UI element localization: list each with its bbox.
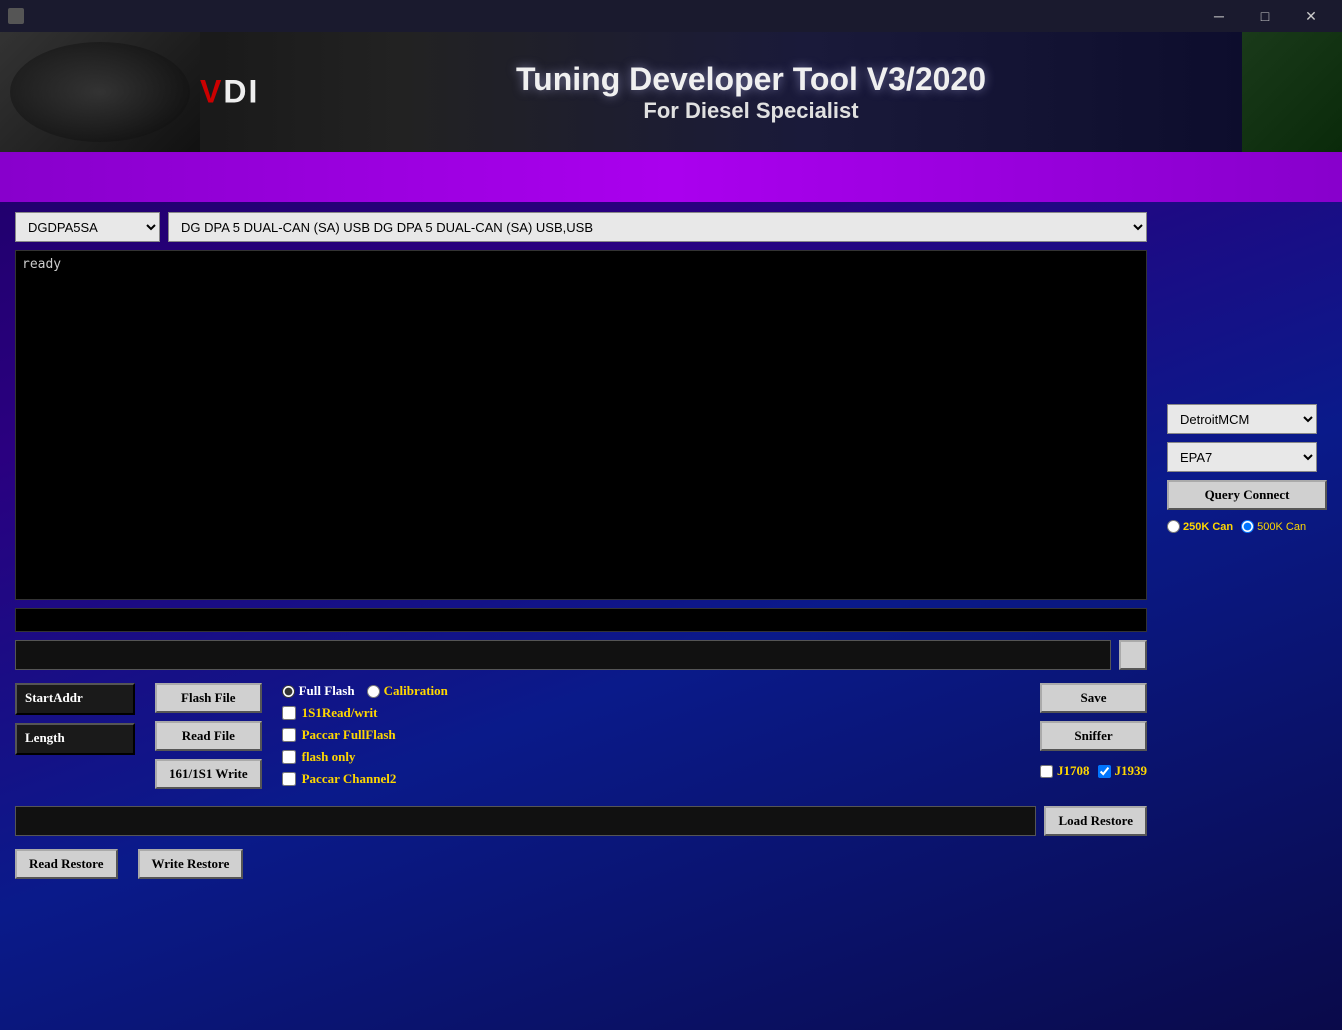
- title-bar: ─ □ ✕: [0, 0, 1342, 32]
- j1939-checkbox-label[interactable]: J1939: [1098, 763, 1148, 779]
- title-bar-controls: ─ □ ✕: [1196, 0, 1334, 32]
- length-field[interactable]: Length: [15, 723, 135, 755]
- cb-paccar-channel-label: Paccar Channel2: [302, 771, 397, 787]
- calibration-label: Calibration: [384, 683, 448, 699]
- save-button[interactable]: Save: [1040, 683, 1147, 713]
- device-type-dropdown[interactable]: DGDPA5SA: [15, 212, 160, 242]
- file-row: [15, 640, 1147, 670]
- file-path-input[interactable]: [15, 640, 1111, 670]
- header-sub-title: For Diesel Specialist: [643, 98, 858, 124]
- full-flash-radio[interactable]: [282, 685, 295, 698]
- maximize-button[interactable]: □: [1242, 0, 1288, 32]
- can-250-label: 250K Can: [1183, 521, 1233, 533]
- right-action-buttons: Save Sniffer J1708 J1939: [1040, 683, 1147, 779]
- header-title-area: Tuning Developer Tool V3/2020 For Diesel…: [260, 61, 1242, 124]
- device-desc-dropdown[interactable]: DG DPA 5 DUAL-CAN (SA) USB DG DPA 5 DUAL…: [168, 212, 1147, 242]
- top-controls-row: DGDPA5SA DG DPA 5 DUAL-CAN (SA) USB DG D…: [15, 212, 1147, 242]
- can-options: 250K Can 500K Can: [1167, 520, 1327, 533]
- write-restore-button[interactable]: Write Restore: [138, 849, 244, 879]
- radio-row: Full Flash Calibration: [282, 683, 482, 699]
- read-file-button[interactable]: Read File: [155, 721, 262, 751]
- load-restore-button[interactable]: Load Restore: [1044, 806, 1147, 836]
- minimize-button[interactable]: ─: [1196, 0, 1242, 32]
- j1708-label: J1708: [1057, 763, 1090, 779]
- title-bar-left: [8, 8, 24, 24]
- address-group: StartAddr Length: [15, 683, 135, 755]
- header-main-title: Tuning Developer Tool V3/2020: [516, 61, 986, 98]
- cb-1s1-read-label: 1S1Read/writ: [302, 705, 378, 721]
- j1939-checkbox[interactable]: [1098, 765, 1111, 778]
- header-right-image: [1242, 32, 1342, 152]
- right-dropdown-2[interactable]: EPA7: [1167, 442, 1317, 472]
- app-icon: [8, 8, 24, 24]
- flash-file-button[interactable]: Flash File: [155, 683, 262, 713]
- header-logo-image: [0, 32, 200, 152]
- bottom-row: Read Restore Write Restore: [15, 844, 1147, 884]
- checkbox-1s1-read[interactable]: 1S1Read/writ: [282, 705, 482, 721]
- controls-row: StartAddr Length Flash File Read File 16…: [15, 678, 1147, 794]
- j1939-label: J1939: [1115, 763, 1148, 779]
- close-button[interactable]: ✕: [1288, 0, 1334, 32]
- full-flash-label: Full Flash: [299, 683, 355, 699]
- j-checkboxes: J1708 J1939: [1040, 763, 1147, 779]
- can-250-option[interactable]: 250K Can: [1167, 520, 1233, 533]
- can-500-radio[interactable]: [1241, 520, 1254, 533]
- query-connect-button[interactable]: Query Connect: [1167, 480, 1327, 510]
- main-content: DGDPA5SA DG DPA 5 DUAL-CAN (SA) USB DG D…: [0, 202, 1162, 894]
- can-250-radio[interactable]: [1167, 520, 1180, 533]
- calibration-radio-label[interactable]: Calibration: [367, 683, 448, 699]
- right-panel: DetroitMCM EPA7 Query Connect 250K Can 5…: [1167, 404, 1327, 533]
- checkbox-group: Full Flash Calibration 1S1Read/writ Pa: [282, 683, 482, 787]
- restore-row: Load Restore: [15, 806, 1147, 836]
- checkbox-paccar-fullflash[interactable]: Paccar FullFlash: [282, 727, 482, 743]
- layout-wrapper: DetroitMCM EPA7 Query Connect 250K Can 5…: [0, 202, 1342, 894]
- diesel-v-letter: V: [200, 74, 223, 110]
- cb-paccar-channel[interactable]: [282, 772, 296, 786]
- full-flash-radio-label[interactable]: Full Flash: [282, 683, 355, 699]
- j1708-checkbox[interactable]: [1040, 765, 1053, 778]
- cb-paccar-fullflash-label: Paccar FullFlash: [302, 727, 396, 743]
- right-dropdown-1[interactable]: DetroitMCM: [1167, 404, 1317, 434]
- cb-flash-only-label: flash only: [302, 749, 356, 765]
- header-logo-area: VDIESEL: [0, 32, 260, 152]
- j1708-checkbox-label[interactable]: J1708: [1040, 763, 1090, 779]
- console-area: ready: [15, 250, 1147, 600]
- start-addr-field[interactable]: StartAddr: [15, 683, 135, 715]
- read-restore-button[interactable]: Read Restore: [15, 849, 118, 879]
- action-buttons-group: Flash File Read File 161/1S1 Write: [155, 683, 262, 789]
- diesel-word: DIESEL: [223, 74, 260, 110]
- cb-1s1-read[interactable]: [282, 706, 296, 720]
- checkbox-flash-only[interactable]: flash only: [282, 749, 482, 765]
- purple-strip: [0, 152, 1342, 202]
- calibration-radio[interactable]: [367, 685, 380, 698]
- left-main: DGDPA5SA DG DPA 5 DUAL-CAN (SA) USB DG D…: [0, 202, 1162, 894]
- restore-path-input[interactable]: [15, 806, 1036, 836]
- can-500-option[interactable]: 500K Can: [1241, 520, 1306, 533]
- load-file-button[interactable]: [1119, 640, 1147, 670]
- cb-flash-only[interactable]: [282, 750, 296, 764]
- cb-paccar-fullflash[interactable]: [282, 728, 296, 742]
- checkbox-paccar-channel[interactable]: Paccar Channel2: [282, 771, 482, 787]
- diesel-logo-text: VDIESEL: [200, 74, 260, 111]
- console-text: ready: [22, 257, 61, 272]
- write-161-button[interactable]: 161/1S1 Write: [155, 759, 262, 789]
- header-banner: VDIESEL Tuning Developer Tool V3/2020 Fo…: [0, 32, 1342, 152]
- progress-bar: [15, 608, 1147, 632]
- can-500-label: 500K Can: [1257, 521, 1306, 533]
- sniffer-button[interactable]: Sniffer: [1040, 721, 1147, 751]
